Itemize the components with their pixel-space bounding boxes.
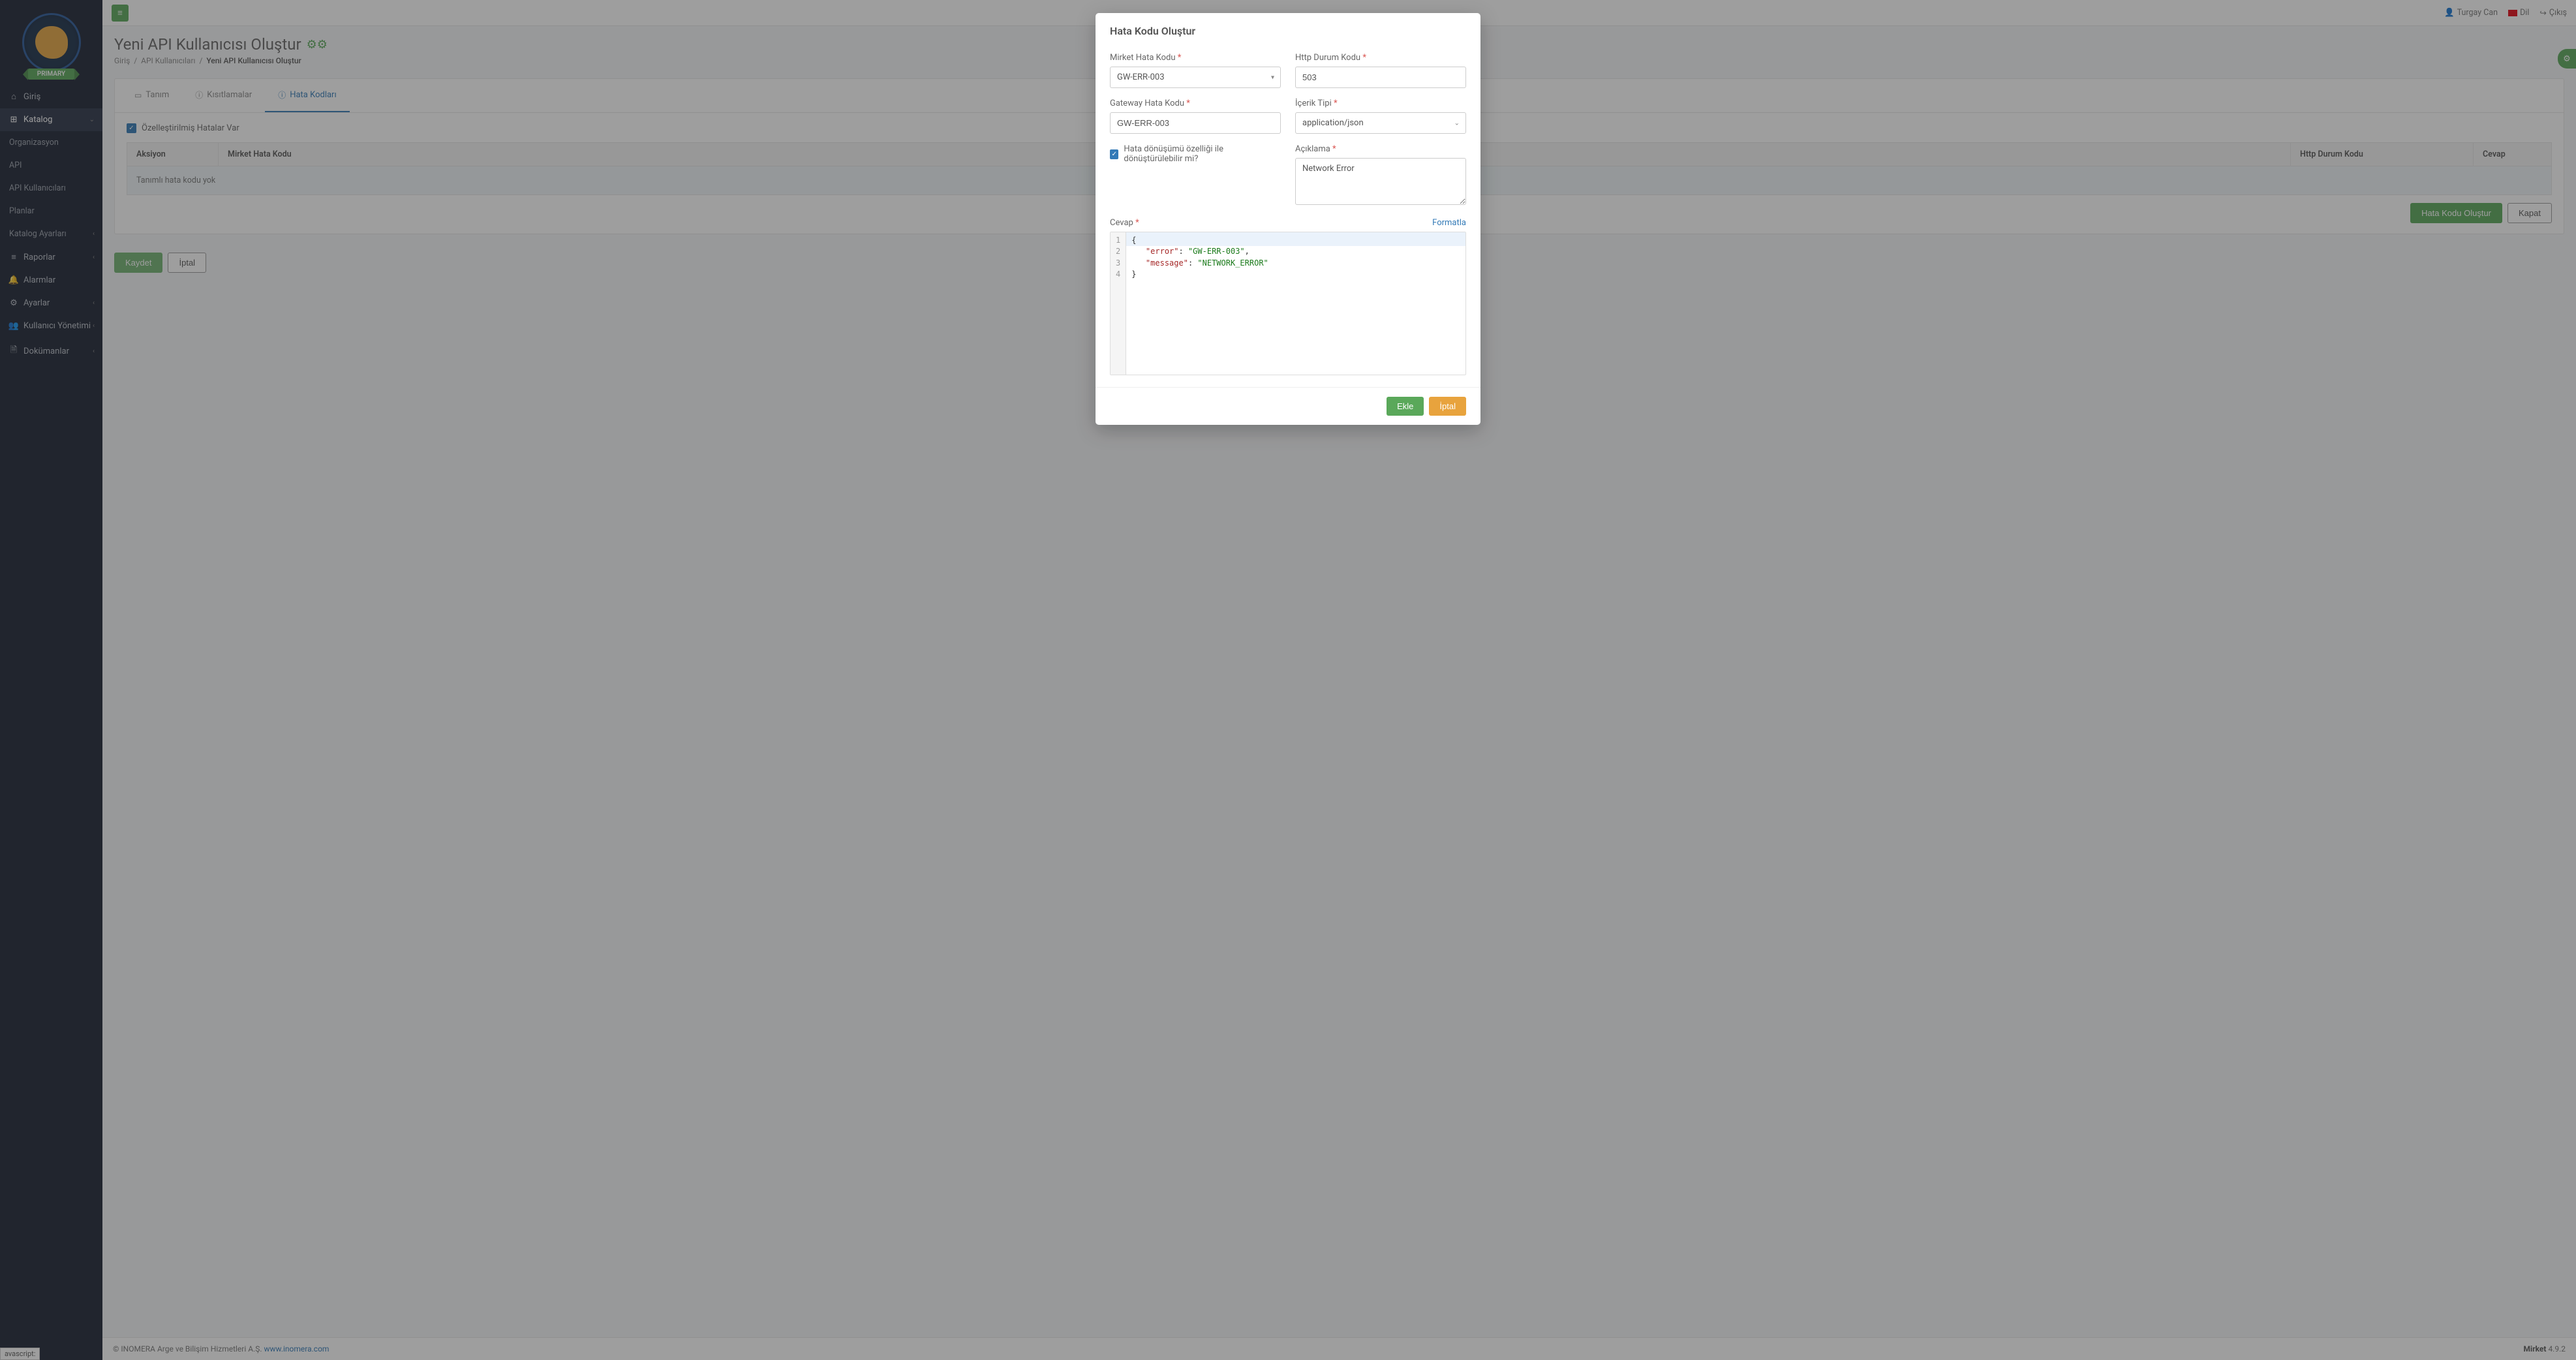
lbl-answer: Cevap * — [1110, 218, 1139, 228]
code-content[interactable]: { "error": "GW-ERR-003", "message": "NET… — [1126, 232, 1465, 375]
gateway-input[interactable] — [1110, 112, 1281, 134]
modal-header: Hata Kodu Oluştur — [1096, 13, 1480, 46]
content-select[interactable]: application/json — [1295, 112, 1466, 134]
modal-footer: Ekle İptal — [1096, 387, 1480, 425]
desc-textarea[interactable] — [1295, 158, 1466, 205]
lbl-content: İçerik Tipi * — [1295, 99, 1466, 108]
modal-title: Hata Kodu Oluştur — [1110, 25, 1466, 37]
mirket-select[interactable]: GW-ERR-003 — [1110, 67, 1281, 88]
lbl-gateway: Gateway Hata Kodu * — [1110, 99, 1281, 108]
modal-cancel-button[interactable]: İptal — [1429, 397, 1466, 416]
modal-overlay[interactable]: Hata Kodu Oluştur Mirket Hata Kodu * GW-… — [0, 0, 2576, 1360]
code-gutter: 1234 — [1111, 232, 1126, 375]
modal: Hata Kodu Oluştur Mirket Hata Kodu * GW-… — [1096, 13, 1480, 425]
code-editor[interactable]: 1234 { "error": "GW-ERR-003", "message":… — [1110, 232, 1466, 375]
lbl-http: Http Durum Kodu * — [1295, 53, 1466, 63]
modal-add-button[interactable]: Ekle — [1387, 397, 1424, 416]
modal-body: Mirket Hata Kodu * GW-ERR-003 ▾ Gateway … — [1096, 46, 1480, 387]
lbl-mirket: Mirket Hata Kodu * — [1110, 53, 1281, 63]
http-input[interactable] — [1295, 67, 1466, 88]
format-link[interactable]: Formatla — [1432, 218, 1466, 228]
convertible-checkbox-row[interactable]: ✓ Hata dönüşümü özelliği ile dönüştürüle… — [1110, 144, 1281, 164]
checkbox-checked-icon[interactable]: ✓ — [1110, 149, 1118, 159]
lbl-desc: Açıklama * — [1295, 144, 1466, 154]
